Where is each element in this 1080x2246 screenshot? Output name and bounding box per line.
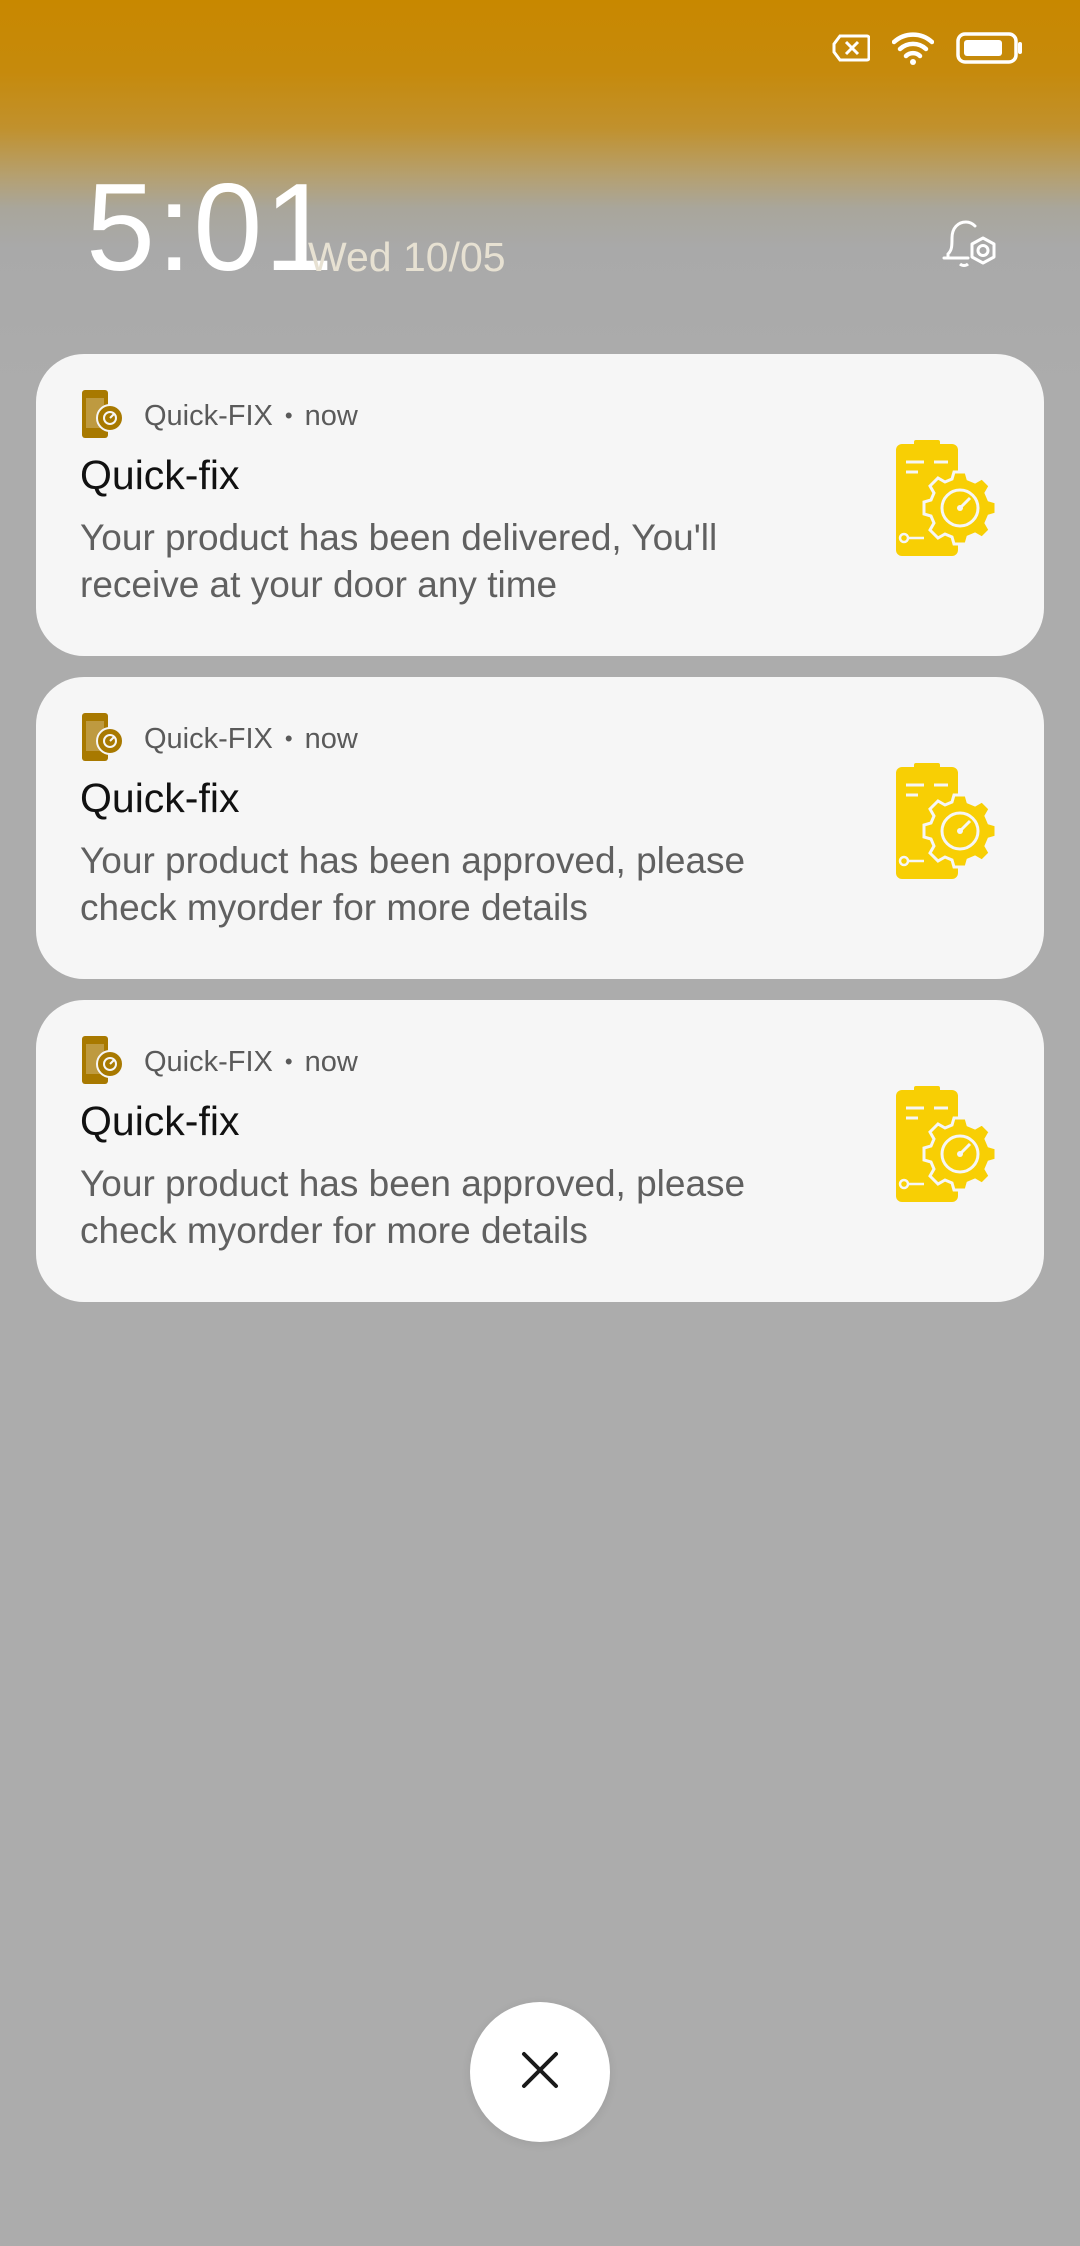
quick-fix-large-icon — [894, 440, 998, 558]
separator-dot: • — [284, 726, 293, 751]
status-bar — [832, 28, 1024, 68]
notification-body: Your product has been delivered, You'll … — [80, 517, 718, 605]
notification-card[interactable]: Quick-FIX • now Quick-fix Your product h… — [36, 1000, 1044, 1302]
notification-app-name: Quick-FIX — [144, 723, 273, 755]
notification-card[interactable]: Quick-FIX • now Quick-fix Your product h… — [36, 677, 1044, 979]
notification-header: Quick-FIX • now — [80, 388, 358, 444]
quick-fix-app-icon — [80, 711, 126, 767]
notification-app-name: Quick-FIX — [144, 400, 273, 432]
notification-time: now — [304, 1046, 358, 1078]
notification-header: Quick-FIX • now — [80, 1034, 358, 1090]
quick-fix-large-icon — [894, 763, 998, 881]
notification-body: Your product has been approved, please c… — [80, 1163, 746, 1251]
sim-card-x-icon — [832, 34, 870, 62]
separator-dot: • — [284, 1049, 293, 1074]
battery-icon — [956, 32, 1024, 64]
quick-fix-app-icon — [80, 388, 126, 444]
wifi-icon — [892, 31, 934, 65]
notification-settings-icon[interactable] — [940, 216, 1000, 276]
notification-list: Quick-FIX • now Quick-fix Your product h… — [36, 354, 1044, 1323]
notification-time: now — [304, 400, 358, 432]
separator-dot: • — [284, 403, 293, 428]
notification-app-name: Quick-FIX — [144, 1046, 273, 1078]
notification-title: Quick-fix — [80, 452, 240, 498]
quick-fix-app-icon — [80, 1034, 126, 1090]
notification-title: Quick-fix — [80, 1098, 240, 1144]
notification-header: Quick-FIX • now — [80, 711, 358, 767]
clear-notifications-button[interactable] — [470, 2002, 610, 2142]
notification-title: Quick-fix — [80, 775, 240, 821]
notification-card[interactable]: Quick-FIX • now Quick-fix Your product h… — [36, 354, 1044, 656]
notification-body: Your product has been approved, please c… — [80, 840, 746, 928]
notification-time: now — [304, 723, 358, 755]
clock-date: Wed 10/05 — [308, 234, 506, 280]
lockscreen-clock: 5:01 Wed 10/05 — [86, 158, 1000, 298]
clock-time: 5:01 — [86, 159, 336, 297]
close-icon — [520, 2050, 560, 2095]
quick-fix-large-icon — [894, 1086, 998, 1204]
